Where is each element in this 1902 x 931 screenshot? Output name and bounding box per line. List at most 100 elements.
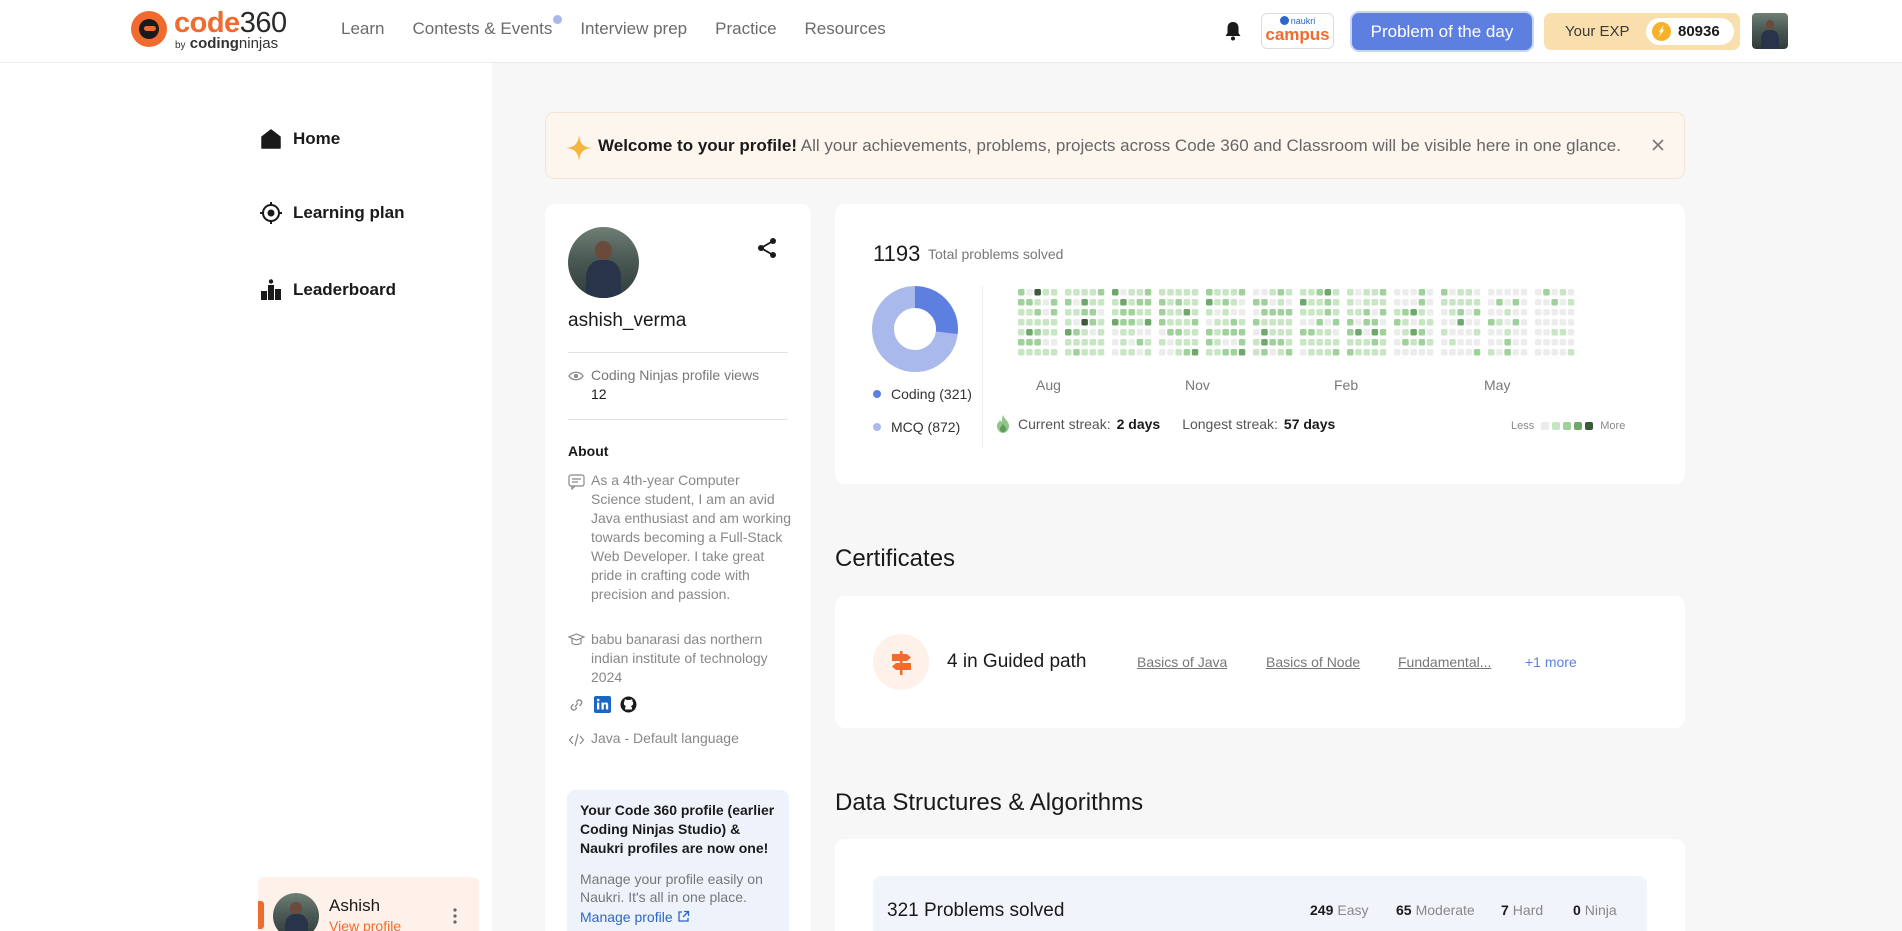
heatmap-cell: [1402, 329, 1409, 336]
heatmap-cell: [1441, 339, 1448, 346]
heatmap-cell: [1512, 349, 1520, 356]
nav-interview-prep[interactable]: Interview prep: [580, 19, 687, 39]
heatmap-cell: [1253, 349, 1260, 356]
heatmap-cell: [1394, 299, 1401, 306]
heatmap-cell: [1222, 289, 1229, 296]
problem-of-the-day-button[interactable]: Problem of the day: [1352, 13, 1532, 50]
heatmap-cell: [1253, 299, 1260, 306]
sidebar-item-learning-plan[interactable]: Learning plan: [259, 201, 404, 225]
more-certificates-link[interactable]: +1 more: [1525, 654, 1577, 670]
heatmap-cell: [1488, 349, 1495, 356]
heatmap-cell: [1175, 299, 1182, 306]
heatmap-cell: [1230, 349, 1238, 356]
nav-practice[interactable]: Practice: [715, 19, 776, 39]
linkedin-icon[interactable]: [594, 696, 611, 713]
total-problems-label: Total problems solved: [928, 246, 1064, 262]
heatmap-cell: [1324, 339, 1332, 346]
github-icon[interactable]: [620, 696, 637, 713]
heatmap-cell: [1269, 329, 1276, 336]
heatmap-cell: [1128, 349, 1135, 356]
legend-mcq: MCQ (872): [873, 419, 960, 435]
heatmap-cell: [1535, 299, 1542, 306]
heat-level-3: [1574, 422, 1583, 430]
heatmap-cell: [1363, 339, 1370, 346]
user-avatar[interactable]: [1752, 13, 1788, 49]
current-streak-label: Current streak:: [1018, 416, 1111, 432]
heatmap-cell: [1159, 299, 1166, 306]
naukri-campus-button[interactable]: naukri campus: [1261, 13, 1334, 49]
nav-resources[interactable]: Resources: [805, 19, 886, 39]
heatmap-cell: [1496, 329, 1503, 336]
heatmap-cell: [1073, 349, 1080, 356]
heatmap-cell: [1230, 289, 1238, 296]
heatmap-cell: [1504, 329, 1511, 336]
more-options-icon[interactable]: [448, 907, 462, 925]
sidebar-item-leaderboard[interactable]: Leaderboard: [259, 278, 396, 302]
code360-logo[interactable]: code360 by codingninjas: [131, 7, 301, 52]
heatmap-cell: [1559, 309, 1567, 316]
exp-badge[interactable]: Your EXP 80936: [1544, 13, 1740, 50]
heatmap-cell: [1567, 319, 1575, 326]
heatmap-cell: [1316, 349, 1323, 356]
exp-value: 80936: [1678, 23, 1720, 40]
heatmap-cell: [1402, 309, 1409, 316]
eye-icon: [568, 371, 584, 381]
heatmap-cell: [1543, 319, 1550, 326]
heatmap-cell: [1520, 349, 1528, 356]
heatmap-cell: [1457, 299, 1464, 306]
heatmap-cell: [1473, 289, 1481, 296]
heatmap-cell: [1136, 339, 1144, 346]
heatmap-cell: [1261, 329, 1268, 336]
share-icon[interactable]: [756, 237, 778, 259]
heatmap-cell: [1206, 329, 1213, 336]
heatmap-cell: [1418, 309, 1426, 316]
heatmap-cell: [1167, 319, 1174, 326]
heatmap-cell: [1159, 339, 1166, 346]
notification-bell-icon[interactable]: [1223, 20, 1243, 42]
heatmap-cell: [1551, 349, 1558, 356]
heatmap-cell: [1159, 349, 1166, 356]
heatmap-cell: [1238, 329, 1246, 336]
heatmap-cell: [1457, 349, 1464, 356]
cert-link-fundamental[interactable]: Fundamental...: [1398, 654, 1491, 670]
heatmap-cell: [1473, 339, 1481, 346]
cert-link-basics-node[interactable]: Basics of Node: [1266, 654, 1360, 670]
heatmap-cell: [1567, 339, 1575, 346]
heatmap-cell: [1551, 299, 1558, 306]
heatmap-cell: [1191, 299, 1199, 306]
heatmap-cell: [1441, 329, 1448, 336]
heatmap-cell: [1520, 319, 1528, 326]
heatmap-cell: [1496, 299, 1503, 306]
heatmap-cell: [1332, 309, 1340, 316]
heatmap-cell: [1473, 299, 1481, 306]
heat-level-2: [1563, 422, 1572, 430]
dsa-easy-stat: 249 Easy: [1310, 902, 1369, 918]
heatmap-cell: [1559, 299, 1567, 306]
heatmap-cell: [1042, 349, 1050, 356]
close-icon[interactable]: [1648, 135, 1668, 155]
heatmap-cell: [1363, 329, 1370, 336]
sidebar-user-card[interactable]: Ashish View profile: [258, 877, 479, 931]
heatmap-cell: [1034, 329, 1041, 336]
cert-link-basics-java[interactable]: Basics of Java: [1137, 654, 1227, 670]
heatmap-cell: [1285, 329, 1293, 336]
heatmap-cell: [1206, 299, 1213, 306]
heatmap-cell: [1488, 299, 1495, 306]
sidebar-item-home[interactable]: Home: [259, 127, 340, 151]
manage-profile-link[interactable]: Manage profile: [580, 909, 690, 925]
nav-contests-events[interactable]: Contests & Events: [412, 15, 563, 39]
heatmap-cell: [1097, 329, 1105, 336]
mcq-label: MCQ (872): [891, 419, 961, 435]
nav-learn[interactable]: Learn: [341, 19, 384, 39]
heatmap-cell: [1535, 309, 1542, 316]
heatmap-cell: [1050, 309, 1058, 316]
heatmap-cell: [1449, 299, 1456, 306]
heatmap-cell: [1308, 289, 1315, 296]
view-profile-link[interactable]: View profile: [329, 918, 401, 931]
sidebar-label: Learning plan: [293, 203, 405, 222]
heatmap-cell: [1324, 329, 1332, 336]
heatmap-cell: [1441, 349, 1448, 356]
heatmap-cell: [1018, 329, 1025, 336]
heatmap-cell: [1567, 329, 1575, 336]
heatmap-cell: [1191, 289, 1199, 296]
